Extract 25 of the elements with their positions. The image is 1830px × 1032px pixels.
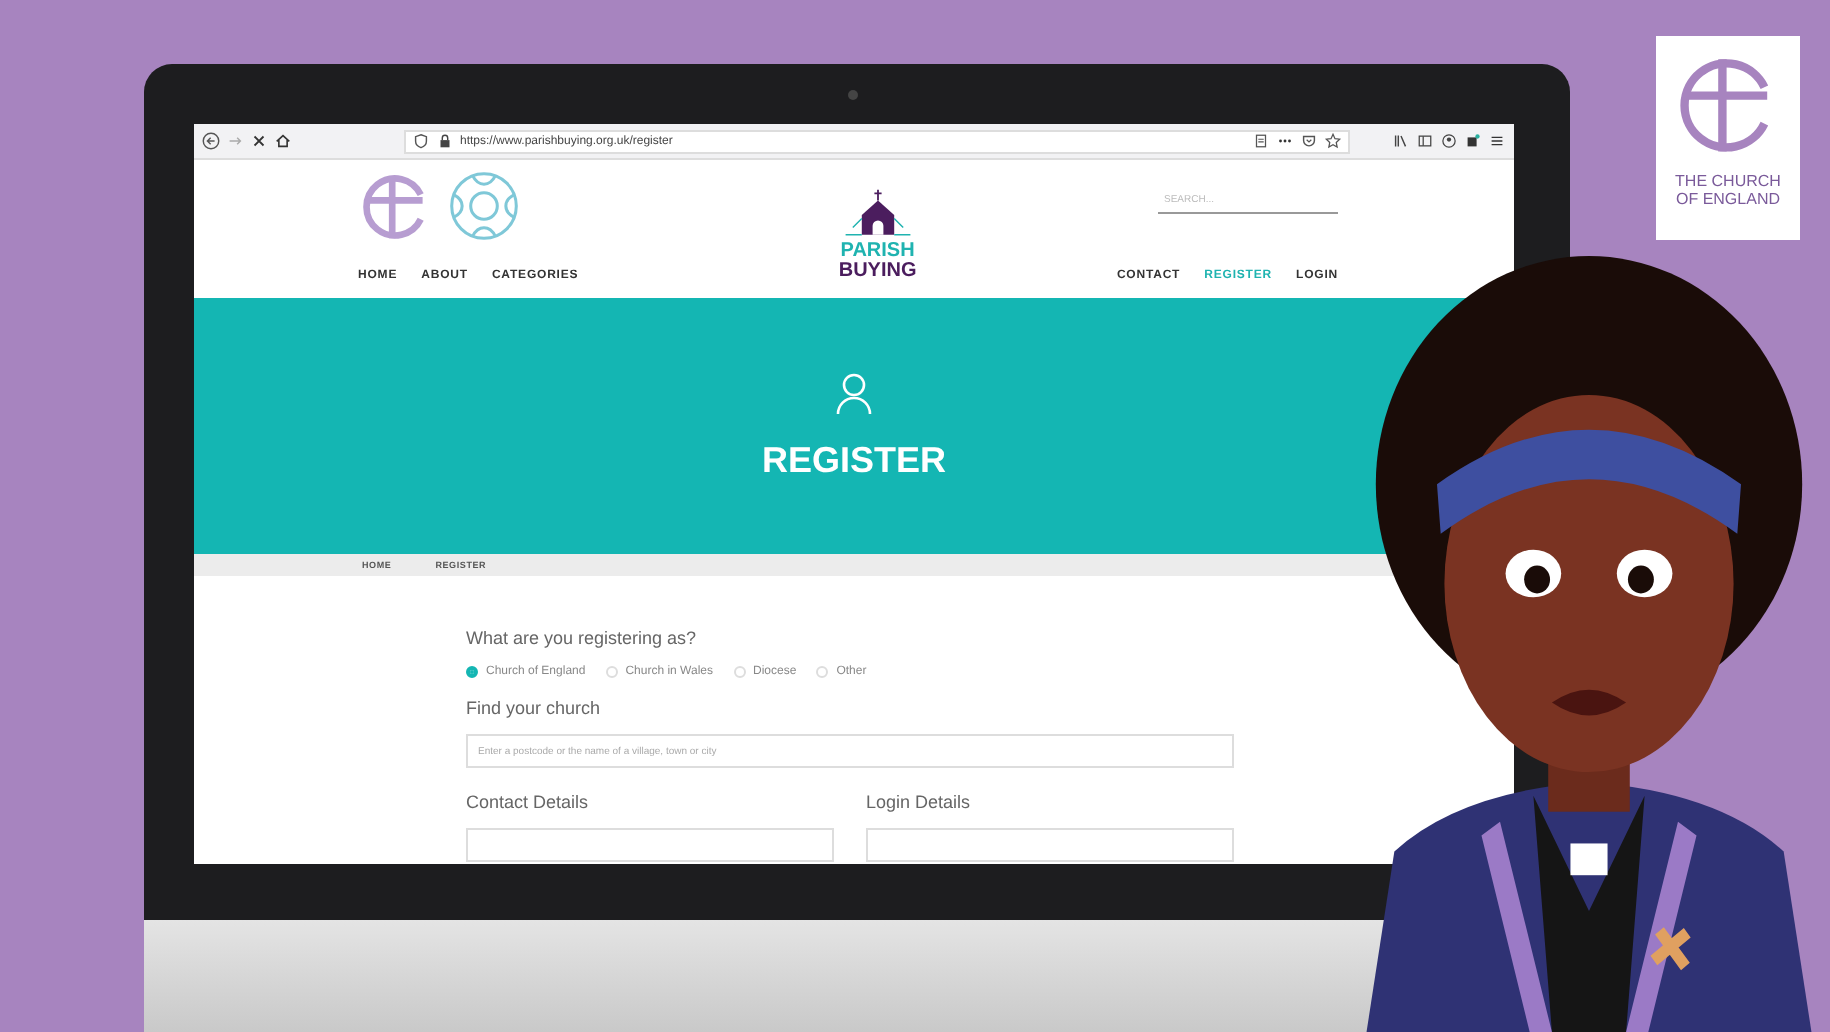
church-logo: THE CHURCH OF ENGLAND — [1656, 36, 1800, 240]
library-icon[interactable] — [1392, 132, 1410, 150]
sidebar-icon[interactable] — [1416, 132, 1434, 150]
menu-icon[interactable] — [1488, 132, 1506, 150]
page-title: REGISTER — [761, 439, 946, 481]
extension-icon[interactable] — [1464, 132, 1482, 150]
input-field[interactable] — [466, 828, 834, 862]
reader-view-icon[interactable] — [1252, 132, 1270, 150]
input-field[interactable] — [866, 828, 1234, 862]
section-heading: Login Details — [866, 792, 973, 812]
celtic-cross-logo-icon — [446, 168, 522, 244]
account-icon[interactable] — [1440, 132, 1458, 150]
back-icon[interactable] — [202, 132, 220, 150]
shield-icon — [412, 132, 430, 150]
pocket-icon[interactable] — [1300, 132, 1318, 150]
parish-buying-logo[interactable]: PARISH BUYING — [838, 168, 917, 298]
close-icon[interactable] — [250, 132, 268, 150]
find-label: Find your church — [466, 698, 603, 718]
section-heading: Contact Details — [466, 792, 591, 812]
camera-icon — [848, 90, 858, 100]
star-icon[interactable] — [1324, 132, 1342, 150]
home-icon[interactable] — [274, 132, 292, 150]
question-label: What are you registering as? — [466, 628, 699, 648]
user-icon — [834, 371, 874, 415]
lock-icon — [436, 132, 454, 150]
